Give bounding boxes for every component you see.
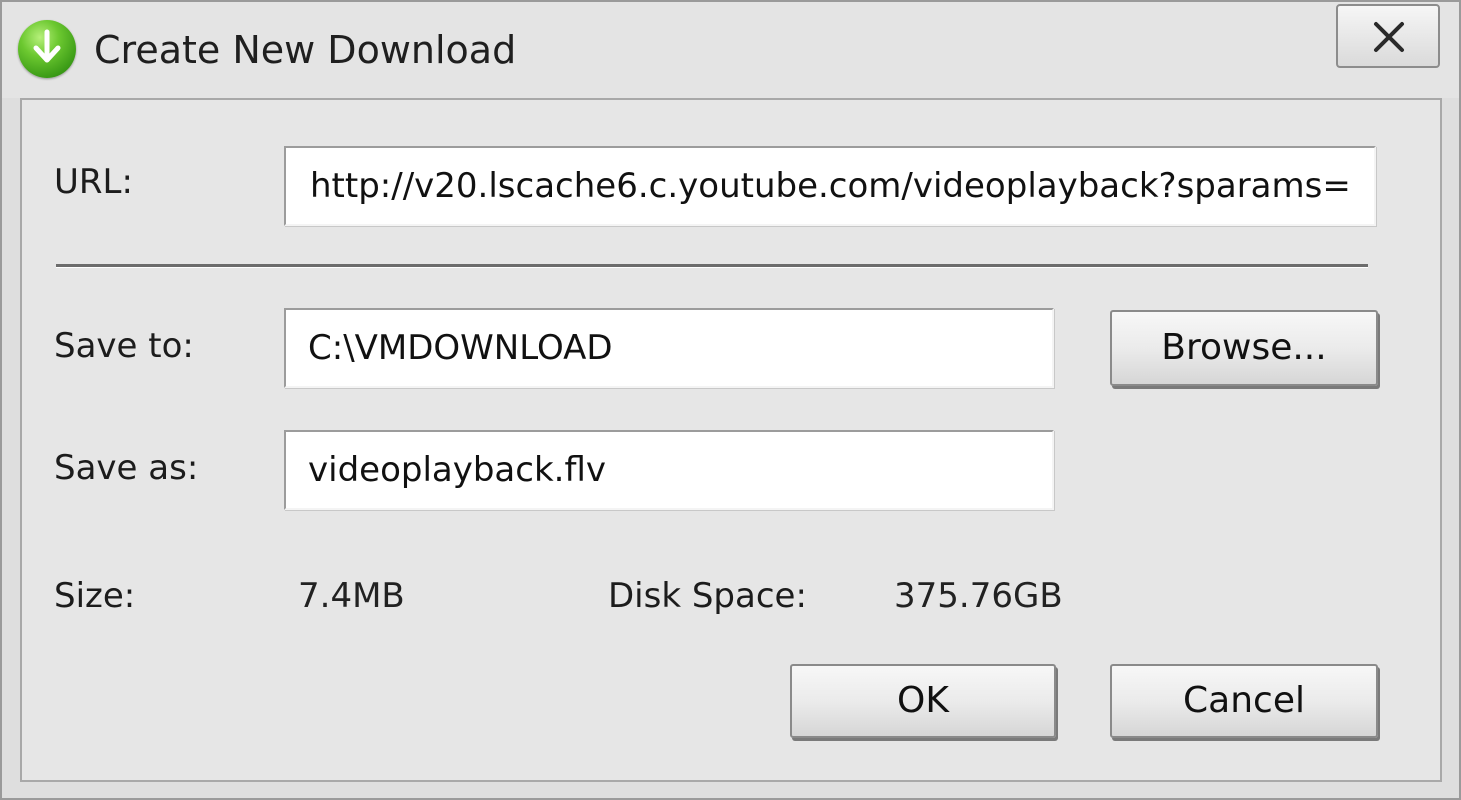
disk-space-label: Disk Space:: [608, 576, 807, 616]
create-download-dialog: Create New Download URL: Save to: Browse…: [0, 0, 1461, 800]
save-to-input[interactable]: [284, 308, 1054, 388]
url-input[interactable]: [284, 146, 1376, 226]
dialog-body: URL: Save to: Browse... Save as: Size: 7…: [20, 98, 1442, 782]
size-label: Size:: [54, 576, 136, 616]
save-as-label: Save as:: [54, 448, 199, 488]
disk-space-value: 375.76GB: [894, 576, 1063, 616]
browse-button[interactable]: Browse...: [1110, 310, 1378, 386]
save-as-input[interactable]: [284, 430, 1054, 510]
ok-button[interactable]: OK: [790, 664, 1056, 738]
cancel-button[interactable]: Cancel: [1110, 664, 1378, 738]
download-arrow-icon: [18, 20, 76, 78]
close-button[interactable]: [1336, 4, 1440, 68]
size-value: 7.4MB: [298, 576, 405, 616]
title-bar: Create New Download: [2, 2, 1459, 98]
save-to-label: Save to:: [54, 326, 194, 366]
close-icon: [1374, 22, 1404, 52]
separator-line: [56, 264, 1368, 268]
url-label: URL:: [54, 162, 133, 202]
dialog-title: Create New Download: [94, 28, 517, 72]
